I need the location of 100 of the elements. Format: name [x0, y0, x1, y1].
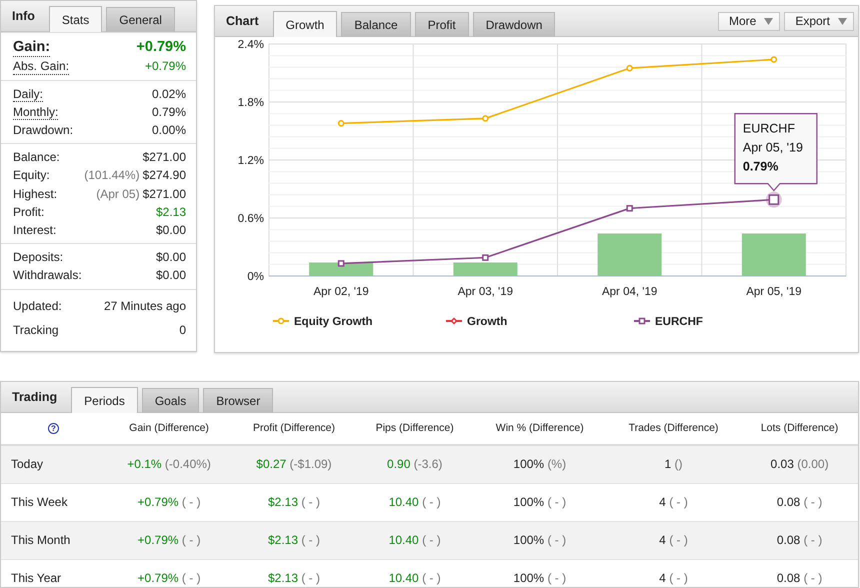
tab[interactable]: Profit — [414, 12, 469, 37]
stat-label: Withdrawals: — [13, 267, 82, 284]
stat-note: (Apr 05) — [96, 186, 140, 201]
tab[interactable]: Drawdown — [472, 12, 556, 37]
legend-label: Growth — [467, 316, 508, 328]
help-icon[interactable]: ? — [48, 423, 59, 434]
stat-label: Balance: — [13, 149, 60, 166]
bar — [742, 233, 806, 276]
stat-value: 0.79% — [152, 104, 186, 119]
axis-tick-label: 0% — [247, 271, 264, 283]
table-cell: 4 ( - ) — [659, 495, 688, 509]
stat-label: Drawdown: — [13, 122, 74, 139]
stat-value: $271.00 — [142, 150, 186, 164]
tooltip-text: Apr 05, '19 — [742, 140, 803, 155]
data-point — [482, 115, 489, 122]
caret-icon — [764, 18, 774, 24]
table-cell: $2.13 ( - ) — [268, 495, 320, 509]
stat-label: Deposits: — [13, 249, 64, 266]
table-cell: 0.08 ( - ) — [776, 495, 822, 509]
stat-label: Tracking — [13, 322, 59, 339]
stat-value: 0.02% — [152, 86, 186, 101]
bar — [598, 233, 662, 276]
table-cell: 1 () — [664, 457, 683, 472]
legend-icon — [273, 318, 289, 324]
axis-tick-label: 0.6% — [238, 213, 264, 225]
legend-label: Equity Growth — [294, 316, 373, 328]
stat-note: (101.44%) — [84, 168, 140, 182]
period-label: This Month — [1, 521, 106, 559]
period-label: Today — [1, 445, 106, 483]
tab[interactable]: Periods — [71, 387, 138, 413]
data-point — [626, 64, 633, 72]
table-cell: 4 ( - ) — [659, 571, 688, 585]
axis-tick-label: 2.4% — [238, 39, 264, 51]
data-point — [770, 56, 778, 63]
table-cell: $0.27 (-$1.09) — [256, 457, 332, 472]
legend-label: EURCHF — [655, 316, 703, 328]
axis-tick-label: 1.2% — [238, 155, 264, 167]
stat-label: Profit: — [13, 204, 44, 221]
stat-label: Monthly: — [13, 104, 58, 120]
table-cell: +0.79% ( - ) — [138, 495, 201, 509]
stat-value: +0.79% — [144, 59, 186, 74]
stat-label: Highest: — [13, 186, 58, 203]
table-cell: 100% ( - ) — [513, 571, 566, 585]
table-cell: 10.40 ( - ) — [388, 495, 441, 509]
data-point — [338, 260, 344, 267]
stat-value: 0.00% — [152, 123, 186, 137]
stat-value: $271.00 — [142, 186, 186, 201]
stat-label: Updated: — [13, 298, 62, 315]
table-cell: $2.13 ( - ) — [268, 571, 320, 585]
panel-title: Info — [11, 8, 36, 25]
data-point — [626, 205, 633, 212]
tab[interactable]: Goals — [142, 388, 200, 413]
stat-value: $0.00 — [156, 268, 186, 282]
table-cell: $2.13 ( - ) — [268, 533, 320, 547]
table-cell: 0.08 ( - ) — [776, 571, 822, 585]
stat-value: $0.00 — [156, 250, 186, 264]
table-cell: 10.40 ( - ) — [388, 533, 441, 547]
tab[interactable]: Browser — [203, 388, 274, 413]
stat-value: $274.90 — [142, 168, 186, 182]
period-label: This Week — [1, 483, 106, 521]
table-cell: 0.08 ( - ) — [776, 533, 822, 547]
panel-title: Trading — [11, 388, 58, 406]
tooltip-text: 0.79% — [742, 160, 778, 174]
stat-value: 27 Minutes ago — [104, 298, 186, 313]
table-cell: 10.40 ( - ) — [388, 571, 441, 585]
table-cell: 4 ( - ) — [659, 533, 688, 547]
table-cell: 100% ( - ) — [513, 495, 566, 509]
axis-tick-label: Apr 03, '19 — [458, 286, 513, 298]
stat-value: +0.79% — [136, 39, 186, 55]
table-cell: 0.90 (-3.6) — [387, 457, 442, 472]
table-cell: +0.1% (-0.40%) — [127, 457, 211, 472]
stat-label: Daily: — [13, 86, 44, 102]
tab[interactable]: Stats — [48, 6, 102, 32]
stat-label: Equity: — [13, 167, 50, 184]
stat-label: Gain: — [13, 39, 50, 58]
stat-value: $0.00 — [156, 223, 186, 238]
axis-tick-label: Apr 04, '19 — [602, 286, 658, 298]
axis-tick-label: Apr 05, '19 — [746, 286, 802, 298]
data-point — [482, 254, 489, 261]
table-cell: 100% (%) — [513, 457, 566, 472]
menu-button[interactable]: More — [718, 12, 780, 30]
data-point — [338, 120, 344, 127]
caret-icon — [838, 18, 847, 24]
menu-button[interactable]: Export — [784, 12, 854, 30]
stat-value: $2.13 — [156, 204, 186, 219]
tab[interactable]: Balance — [341, 12, 411, 37]
tab[interactable]: General — [106, 7, 175, 32]
stat-label: Abs. Gain: — [13, 59, 70, 75]
table-cell: 100% ( - ) — [513, 533, 566, 547]
tab[interactable]: Growth — [272, 11, 338, 37]
legend-icon — [634, 318, 650, 324]
panel-title: Chart — [225, 12, 260, 30]
table-cell: 0.03 (0.00) — [770, 457, 829, 472]
stat-value: 0 — [179, 322, 186, 337]
stat-label: Interest: — [13, 222, 56, 240]
bar — [453, 262, 518, 276]
highlighted-point — [766, 192, 782, 208]
period-label: This Year — [1, 559, 106, 588]
table-cell: +0.79% ( - ) — [138, 571, 201, 585]
axis-tick-label: Apr 02, '19 — [314, 286, 369, 298]
